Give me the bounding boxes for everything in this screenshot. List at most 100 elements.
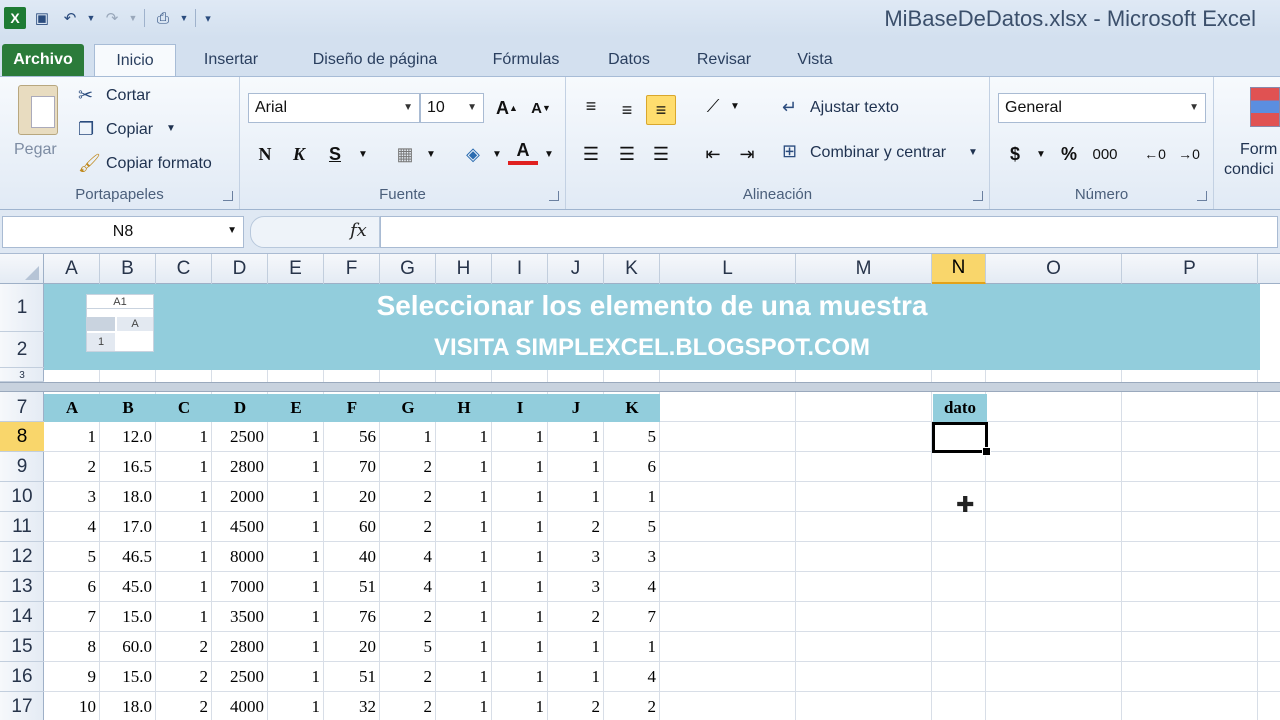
formula-input[interactable] — [380, 216, 1278, 248]
table-cell[interactable]: 1 — [492, 422, 548, 452]
table-cell[interactable]: 4 — [380, 542, 436, 572]
insert-function-icon[interactable]: fx — [350, 220, 367, 241]
table-cell[interactable]: 2 — [380, 602, 436, 632]
table-cell[interactable]: 1 — [380, 422, 436, 452]
grow-font-icon[interactable]: A ▲ — [492, 93, 522, 123]
table-cell[interactable]: 1 — [436, 632, 492, 662]
merge-center-button[interactable]: Combinar y centrar — [810, 144, 946, 162]
percent-button[interactable]: % — [1054, 139, 1084, 169]
table-cell[interactable]: 5 — [604, 512, 660, 542]
table-cell[interactable]: 32 — [324, 692, 380, 720]
chevron-down-icon[interactable]: ▼ — [227, 225, 237, 236]
table-cell[interactable]: 18.0 — [100, 692, 156, 720]
table-cell[interactable]: 1 — [268, 512, 324, 542]
table-cell[interactable]: 1 — [492, 632, 548, 662]
format-painter-button[interactable]: Copiar formato — [106, 155, 212, 173]
tab-diseno-de-pagina[interactable]: Diseño de página — [294, 44, 456, 76]
table-cell[interactable]: 20 — [324, 482, 380, 512]
table-cell[interactable]: 2 — [156, 662, 212, 692]
table-cell[interactable]: 2 — [548, 692, 604, 720]
table-header-f[interactable]: F — [324, 394, 380, 422]
align-middle-icon[interactable]: ≡ — [612, 95, 642, 125]
align-top-icon[interactable]: ≡ — [576, 91, 606, 121]
table-cell[interactable]: 1 — [156, 452, 212, 482]
table-header-c[interactable]: C — [156, 394, 212, 422]
paste-icon[interactable] — [18, 85, 58, 135]
table-cell[interactable]: 2000 — [212, 482, 268, 512]
table-cell[interactable]: 1 — [156, 542, 212, 572]
table-cell[interactable]: 7 — [604, 602, 660, 632]
conditional-format-label-1[interactable]: Form — [1240, 141, 1277, 159]
row-header-14[interactable]: 14 — [0, 602, 44, 632]
table-cell[interactable]: 1 — [548, 662, 604, 692]
table-cell[interactable]: 3 — [548, 542, 604, 572]
table-header-h[interactable]: H — [436, 394, 492, 422]
table-cell[interactable]: 16.5 — [100, 452, 156, 482]
chevron-down-icon[interactable]: ▼ — [1026, 139, 1056, 169]
table-cell[interactable]: 2 — [380, 482, 436, 512]
table-cell[interactable]: 1 — [44, 422, 100, 452]
column-header-a[interactable]: A — [44, 254, 100, 284]
table-header-a[interactable]: A — [44, 394, 100, 422]
decrease-decimal-icon[interactable]: →0 — [1174, 139, 1204, 169]
table-cell[interactable]: 4 — [380, 572, 436, 602]
table-cell[interactable]: 1 — [436, 512, 492, 542]
table-cell[interactable]: 1 — [436, 602, 492, 632]
table-cell[interactable]: 60.0 — [100, 632, 156, 662]
table-cell[interactable]: 1 — [268, 482, 324, 512]
row-header-9[interactable]: 9 — [0, 452, 44, 482]
table-cell[interactable]: 7000 — [212, 572, 268, 602]
thousands-button[interactable]: 000 — [1090, 139, 1120, 169]
chevron-down-icon[interactable]: ▼ — [416, 139, 446, 169]
save-icon[interactable]: ▣ — [30, 6, 54, 30]
column-header-h[interactable]: H — [436, 254, 492, 284]
table-cell[interactable]: 56 — [324, 422, 380, 452]
table-cell[interactable]: 2 — [380, 662, 436, 692]
table-cell[interactable]: 1 — [548, 632, 604, 662]
table-cell[interactable]: 70 — [324, 452, 380, 482]
dialog-launcher-icon[interactable] — [549, 191, 559, 201]
column-header-p[interactable]: P — [1122, 254, 1258, 284]
tab-inicio[interactable]: Inicio — [94, 44, 176, 76]
table-cell[interactable]: 40 — [324, 542, 380, 572]
name-box[interactable]: N8 ▼ — [2, 216, 244, 248]
cut-button[interactable]: Cortar — [106, 87, 150, 105]
table-header-j[interactable]: J — [548, 394, 604, 422]
row-header-12[interactable]: 12 — [0, 542, 44, 572]
table-cell[interactable]: 8 — [44, 632, 100, 662]
column-header-d[interactable]: D — [212, 254, 268, 284]
table-cell[interactable]: 9 — [44, 662, 100, 692]
column-header-m[interactable]: M — [796, 254, 932, 284]
table-cell[interactable]: 2 — [44, 452, 100, 482]
table-cell[interactable]: 6 — [44, 572, 100, 602]
table-cell[interactable]: 2800 — [212, 452, 268, 482]
copy-button[interactable]: Copiar — [106, 121, 153, 139]
table-cell[interactable]: 1 — [436, 572, 492, 602]
row-header-13[interactable]: 13 — [0, 572, 44, 602]
dialog-launcher-icon[interactable] — [973, 191, 983, 201]
table-cell[interactable]: 4 — [604, 662, 660, 692]
table-cell[interactable]: 1 — [156, 602, 212, 632]
select-all-button[interactable] — [0, 254, 44, 284]
cell-grid[interactable]: A1 A 1 Seleccionar los elemento de una m… — [44, 284, 1280, 720]
column-header-n[interactable]: N — [932, 254, 986, 284]
row-header-11[interactable]: 11 — [0, 512, 44, 542]
table-cell[interactable]: 1 — [548, 422, 604, 452]
table-cell[interactable]: 1 — [268, 452, 324, 482]
number-format-combo[interactable]: General ▼ — [998, 93, 1206, 123]
row-header-15[interactable]: 15 — [0, 632, 44, 662]
frozen-pane-divider[interactable] — [0, 382, 1280, 392]
redo-icon[interactable]: ↷ — [100, 6, 124, 30]
row-header-2[interactable]: 2 — [0, 332, 44, 368]
table-cell[interactable]: 4 — [44, 512, 100, 542]
table-cell[interactable]: 2 — [380, 512, 436, 542]
excel-logo-icon[interactable]: X — [4, 7, 26, 29]
row-header-16[interactable]: 16 — [0, 662, 44, 692]
table-cell[interactable]: 1 — [268, 692, 324, 720]
table-cell[interactable]: 8000 — [212, 542, 268, 572]
row-header-3[interactable]: 3 — [0, 370, 44, 382]
column-header-i[interactable]: I — [492, 254, 548, 284]
copy-dropdown-icon[interactable]: ▼ — [166, 123, 176, 134]
table-cell[interactable]: 1 — [436, 482, 492, 512]
table-cell[interactable]: 1 — [268, 602, 324, 632]
